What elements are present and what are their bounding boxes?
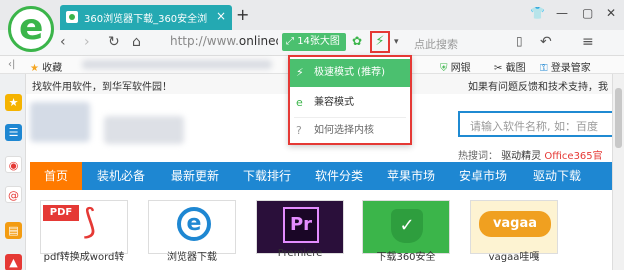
more-icon[interactable]: ▲ [5,254,22,270]
cat-essentials[interactable]: 装机必备 [84,162,158,190]
new-tab-button[interactable]: + [236,5,249,24]
cat-classify[interactable]: 软件分类 [302,162,376,190]
scrollbar[interactable] [612,74,624,270]
title-bar: 360浏览器下载_360安全浏览器 × + 👕 — ▢ ✕ [0,0,624,30]
weibo-icon[interactable]: ◉ [5,156,22,173]
thumb-360[interactable]: ✓ [362,200,450,254]
notice-left: 找软件用软件，到华军软件园！ [32,82,172,93]
menu-item-fast-mode[interactable]: ⚡ 极速模式 (推荐) [290,59,410,87]
hot-word-link-red[interactable]: Office365官 [544,151,602,162]
blurred-site-banner [104,116,184,144]
thumb-pdf[interactable]: PDF ⟆ [40,200,128,254]
lightning-icon: ⚡ [296,66,304,79]
nav-bar: ‹ › ↻ ⌂ http://www.onlinedo ⤢ 14张大图 ✿ ⚡ … [0,30,624,56]
phone-icon[interactable]: ▯ [516,34,523,48]
cat-apple[interactable]: 苹果市场 [374,162,448,190]
ie-icon: e [296,96,303,109]
list-icon[interactable]: ☰ [5,124,22,141]
thumb-caption[interactable]: 下载360安全 [362,248,450,263]
thumb-browser[interactable]: e [148,200,236,254]
key-icon: ⚿ [540,63,548,74]
bookmark-collect[interactable]: ★ 收藏 [30,59,62,74]
cat-latest[interactable]: 最新更新 [158,162,232,190]
category-nav: 首页 装机必备 最新更新 下载排行 软件分类 苹果市场 安卓市场 驱动下载 [30,162,612,190]
scroll-thumb[interactable] [615,88,622,148]
kernel-dropdown: ⚡ 极速模式 (推荐) e 兼容模式 ? 如何选择内核 [288,55,412,145]
hot-word-link[interactable]: 驱动精灵 [501,151,541,162]
blurred-bookmarks [82,60,272,69]
thumb-vagaa[interactable]: vagaa [470,200,558,254]
lightning-icon: ⚡ [375,34,385,49]
bookmark-screenshot[interactable]: ✂ 截图 [494,59,526,74]
notice-right: 如果有问题反馈和技术支持，我 [468,82,608,93]
bookmark-login-manager[interactable]: ⚿ 登录管家 [540,59,591,74]
site-search-input[interactable]: 请输入软件名称, 如：百度 [458,111,618,137]
scissors-icon: ✂ [494,63,503,74]
thumb-caption[interactable]: Premiere [256,248,344,259]
tab-favicon-icon [66,11,78,23]
bookmarks-toggle-icon[interactable]: ‹| [8,59,15,70]
cat-home[interactable]: 首页 [30,162,82,190]
skin-icon[interactable]: 👕 [530,6,545,20]
notes-icon[interactable]: ▤ [5,222,22,239]
favorites-icon[interactable]: ★ [5,94,22,111]
shield-icon: ⛨ [440,63,448,74]
thumb-caption[interactable]: 浏览器下载 [148,248,236,263]
back-icon[interactable]: ‹ [60,34,66,50]
big-image-button[interactable]: ⤢ 14张大图 [282,33,346,51]
menu-item-compat-mode[interactable]: e 兼容模式 [290,89,410,117]
ie-icon: e [177,207,211,241]
blurred-site-logo [30,102,90,142]
thumb-premiere[interactable]: Pr [256,200,344,254]
menu-icon[interactable]: ≡ [582,34,594,50]
help-icon: ? [296,124,302,137]
tab-close-icon[interactable]: × [216,9,226,23]
tab-active[interactable]: 360浏览器下载_360安全浏览器 × [60,5,232,30]
forward-icon[interactable]: › [84,34,90,50]
kernel-switch-button[interactable]: ⚡ [370,31,390,53]
acrobat-icon: ⟆ [83,202,97,242]
tab-title: 360浏览器下载_360安全浏览器 [84,14,208,25]
shield-icon: ✓ [391,209,423,243]
chevron-down-icon[interactable]: ▾ [394,37,399,47]
cat-driver[interactable]: 驱动下载 [520,162,594,190]
thumb-caption[interactable]: pdf转换成word转 [40,248,128,263]
cat-ranking[interactable]: 下载排行 [230,162,304,190]
close-window-button[interactable]: ✕ [606,6,616,20]
home-icon[interactable]: ⌂ [132,34,141,50]
refresh-icon[interactable]: ↻ [108,34,120,50]
undo-icon[interactable]: ↶ [540,34,552,50]
bookmark-bank[interactable]: ⛨ 网银 [440,59,471,74]
address-field[interactable]: http://www.onlinedo [170,34,278,48]
star-icon: ★ [30,63,39,74]
mail-icon[interactable]: @ [5,186,22,203]
cat-android[interactable]: 安卓市场 [446,162,520,190]
browser-logo: e [8,6,54,52]
thumb-caption[interactable]: vagaa哇嘎 [470,248,558,263]
maximize-button[interactable]: ▢ [582,6,593,20]
side-toolbar: ★ ☰ ◉ @ ▤ ▲ [0,74,26,270]
security-icon[interactable]: ✿ [352,34,362,48]
hot-search: 热搜词： 驱动精灵 Office365官 [458,151,603,162]
menu-item-how-to-choose[interactable]: ? 如何选择内核 [290,117,410,145]
minimize-button[interactable]: — [556,6,568,20]
search-input[interactable]: 点此搜索 [414,36,458,52]
